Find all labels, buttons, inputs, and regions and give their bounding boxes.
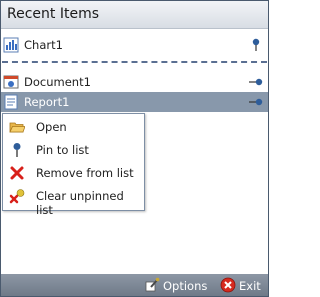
exit-label: Exit xyxy=(239,279,261,293)
pinned-pin-icon[interactable] xyxy=(249,38,263,52)
options-label: Options xyxy=(163,279,208,293)
recent-item-label: Chart1 xyxy=(24,38,63,52)
chart-icon xyxy=(3,37,19,53)
footer-bar: Options Exit xyxy=(1,274,268,296)
document-icon xyxy=(3,75,19,89)
menu-item-open[interactable]: Open xyxy=(3,116,144,138)
menu-item-clear-unpinned-list[interactable]: Clear unpinned list xyxy=(3,185,144,217)
unpinned-pin-icon[interactable] xyxy=(249,95,263,109)
menu-item-label: Pin to list xyxy=(36,143,89,157)
recent-item-chart1[interactable]: Chart1 xyxy=(1,35,268,55)
unpinned-pin-icon[interactable] xyxy=(249,75,263,89)
recent-item-report1[interactable]: Report1 xyxy=(1,92,268,112)
menu-item-remove-from-list[interactable]: Remove from list xyxy=(3,162,144,184)
context-menu: Open Pin to list Remove from list Clear … xyxy=(2,113,145,217)
exit-button[interactable]: Exit xyxy=(220,276,264,294)
remove-icon xyxy=(10,166,24,180)
pinned-separator xyxy=(2,61,267,63)
recent-item-document1[interactable]: Document1 xyxy=(1,72,268,92)
menu-item-label: Clear unpinned list xyxy=(36,189,124,217)
report-icon xyxy=(4,94,18,110)
pin-icon xyxy=(13,143,21,157)
options-button[interactable]: Options xyxy=(144,276,207,294)
folder-open-icon xyxy=(9,122,25,133)
recent-item-label: Document1 xyxy=(24,75,91,89)
exit-icon xyxy=(220,277,236,293)
options-icon xyxy=(145,277,160,292)
menu-item-label: Open xyxy=(36,120,67,134)
recent-items-panel: Recent Items Chart1 Document1 Report1 Op… xyxy=(0,0,269,297)
menu-item-pin-to-list[interactable]: Pin to list xyxy=(3,139,144,161)
menu-item-label: Remove from list xyxy=(36,166,134,180)
panel-header: Recent Items xyxy=(1,1,268,29)
recent-item-label: Report1 xyxy=(24,95,70,109)
clear-list-icon xyxy=(9,189,25,204)
panel-title: Recent Items xyxy=(7,6,99,22)
